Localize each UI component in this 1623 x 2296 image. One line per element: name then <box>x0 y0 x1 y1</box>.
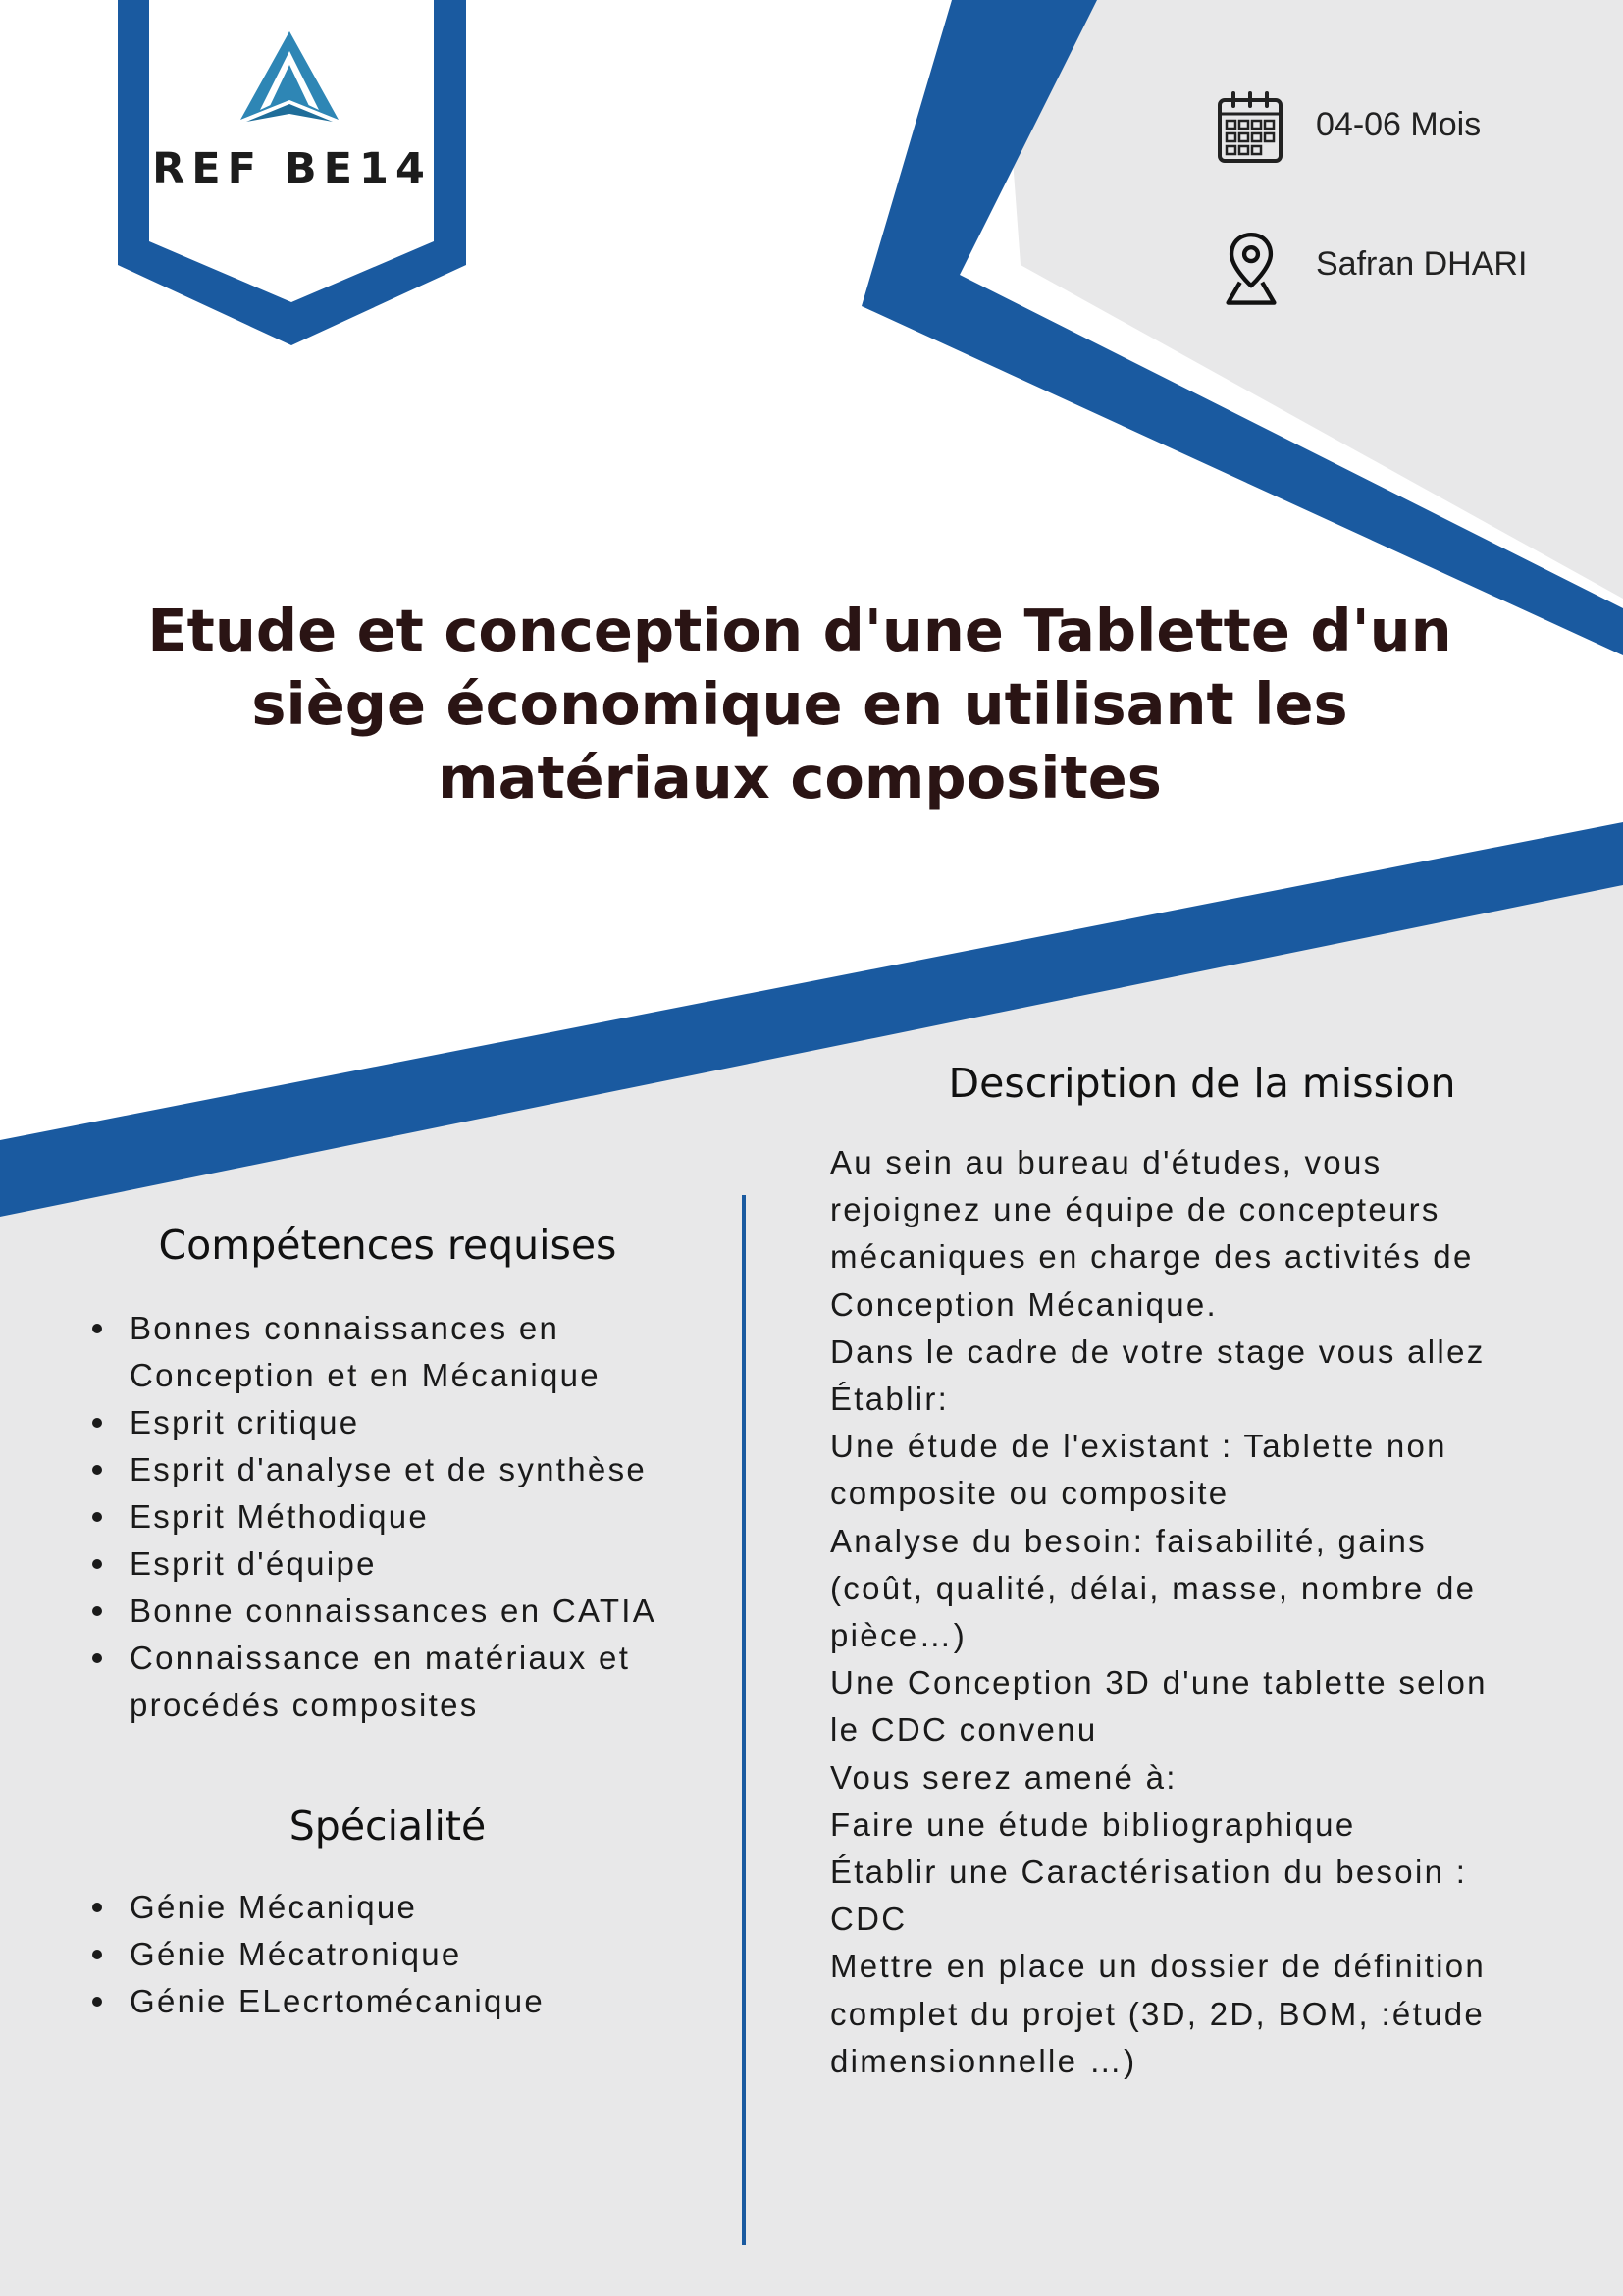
list-item: Esprit d'équipe <box>92 1540 720 1588</box>
list-item: Esprit Méthodique <box>92 1493 720 1540</box>
title-line: matériaux composites <box>438 744 1162 811</box>
description-line: Au sein au bureau d'études, vous <box>830 1144 1383 1180</box>
list-item-line: Bonnes connaissances en <box>130 1310 560 1346</box>
description-line: Établir une Caractérisation du besoin : <box>830 1853 1468 1891</box>
description-line: Mettre en place un dossier de définition <box>830 1948 1487 1985</box>
description-line: Vous serez amené à: <box>830 1758 1178 1796</box>
list-item-line: Esprit Méthodique <box>130 1498 430 1535</box>
location-pin-icon <box>1226 233 1277 305</box>
list-item: Bonnes connaissances en Conception et en… <box>92 1305 720 1399</box>
description-line: CDC <box>830 1901 908 1938</box>
description-body: Au sein au bureau d'études, vous rejoign… <box>830 1139 1605 2085</box>
info-block: 04-06 Mois Safran DHARI <box>1217 90 1609 369</box>
description-line: Une étude de l'existant : Tablette non <box>830 1428 1447 1465</box>
description-line: composite ou composite <box>830 1475 1230 1512</box>
description-line: Conception Mécanique. <box>830 1285 1219 1323</box>
ref-badge: REF BE14 <box>118 0 466 345</box>
company-logo-icon <box>240 31 339 122</box>
ref-code: REF BE14 <box>152 144 432 193</box>
calendar-icon <box>1218 91 1283 163</box>
list-item: Bonne connaissances en CATIA <box>92 1588 720 1635</box>
description-line: (coût, qualité, délai, masse, nombre de <box>830 1569 1477 1606</box>
list-item: Génie Mécanique <box>92 1884 720 1931</box>
specialite-list: Génie Mécanique Génie Mécatronique Génie… <box>92 1884 720 2025</box>
list-item-line: Esprit d'équipe <box>130 1545 377 1582</box>
page-title: Etude et conception d'une Tablette d'un … <box>137 594 1462 814</box>
duration-row: 04-06 Mois <box>1217 90 1609 169</box>
description-line: Faire une étude bibliographique <box>830 1805 1356 1843</box>
description-heading: Description de la mission <box>948 1060 1456 1107</box>
location-text: Safran DHARI <box>1316 245 1528 283</box>
list-item-line: Bonne connaissances en CATIA <box>130 1592 657 1629</box>
list-item: Esprit d'analyse et de synthèse <box>92 1446 720 1493</box>
list-item: Connaissance en matériaux et procédés co… <box>92 1635 720 1729</box>
title-line: Etude et conception d'une Tablette d'un <box>147 597 1452 664</box>
list-item-line: Esprit critique <box>130 1404 360 1440</box>
description-line: rejoignez une équipe de concepteurs <box>830 1191 1440 1228</box>
description-line: Analyse du besoin: faisabilité, gains <box>830 1522 1427 1559</box>
list-item-line: Connaissance en matériaux et <box>130 1640 631 1676</box>
list-item: Génie ELecrtomécanique <box>92 1978 720 2025</box>
list-item: Génie Mécatronique <box>92 1931 720 1978</box>
list-item-line: Conception et en Mécanique <box>130 1357 601 1393</box>
specialite-heading: Spécialité <box>288 1802 487 1850</box>
list-item: Esprit critique <box>92 1399 720 1446</box>
description-line: dimensionnelle …) <box>830 2042 1137 2079</box>
competences-heading: Compétences requises <box>158 1222 617 1269</box>
competences-list: Bonnes connaissances en Conception et en… <box>92 1305 720 1729</box>
description-line: Établir: <box>830 1381 950 1418</box>
location-row: Safran DHARI <box>1217 230 1609 308</box>
description-line: Une Conception 3D d'une tablette selon <box>830 1664 1488 1701</box>
description-line: le CDC convenu <box>830 1711 1098 1748</box>
list-item-line: Esprit d'analyse et de synthèse <box>130 1451 648 1487</box>
list-item-line: procédés composites <box>130 1687 479 1723</box>
description-line: pièce…) <box>830 1617 967 1654</box>
description-line: Dans le cadre de votre stage vous allez <box>830 1332 1486 1370</box>
description-line: mécaniques en charge des activités de <box>830 1238 1474 1276</box>
duration-text: 04-06 Mois <box>1316 106 1482 143</box>
title-line: siège économique en utilisant les <box>251 670 1348 738</box>
column-divider <box>742 1195 746 2245</box>
description-line: complet du projet (3D, 2D, BOM, :étude <box>830 1995 1485 2032</box>
